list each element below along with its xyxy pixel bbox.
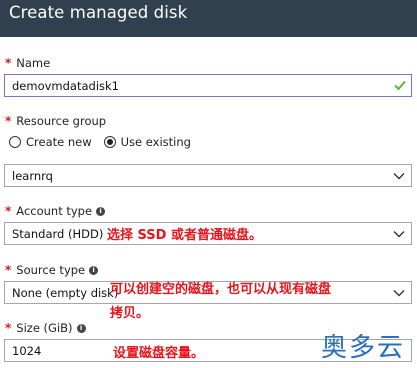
resource-group-select[interactable]: learnrq	[4, 164, 412, 187]
page-title: Create managed disk	[9, 3, 188, 22]
size-label: Size (GiB)	[16, 321, 73, 335]
asterisk-icon: *	[5, 114, 12, 128]
radio-unchecked-icon	[9, 136, 21, 148]
create-new-radio[interactable]: Create new	[9, 135, 92, 149]
use-existing-label: Use existing	[120, 135, 191, 149]
resource-group-label: Resource group	[16, 114, 107, 128]
info-icon[interactable]: i	[76, 323, 86, 333]
asterisk-icon: *	[5, 263, 12, 277]
size-label-row: * Size (GiB) i	[5, 320, 86, 336]
source-type-value: None (empty disk)	[12, 286, 119, 300]
chevron-down-icon	[393, 231, 405, 238]
watermark-logo: 奥多云	[320, 333, 405, 363]
chevron-down-icon	[393, 173, 405, 180]
size-annotation: 设置磁盘容量。	[113, 346, 205, 361]
resource-group-value: learnrq	[12, 169, 53, 183]
asterisk-icon: *	[5, 56, 12, 70]
name-input-value: demovmdatadisk1	[12, 79, 119, 93]
asterisk-icon: *	[5, 321, 12, 335]
check-icon	[394, 80, 406, 91]
info-icon[interactable]: i	[96, 206, 106, 216]
resource-group-label-row: * Resource group	[5, 113, 106, 129]
source-type-annotation-line1: 可以创建空的磁盘，也可以从现有磁盘	[110, 282, 332, 297]
size-value: 1024	[12, 344, 42, 358]
account-type-annotation: 选择 SSD 或者普通磁盘。	[107, 228, 262, 243]
chevron-down-icon	[393, 290, 405, 297]
info-icon[interactable]: i	[89, 265, 99, 275]
asterisk-icon: *	[5, 204, 12, 218]
name-input[interactable]: demovmdatadisk1	[4, 74, 412, 97]
account-type-label: Account type	[16, 204, 93, 218]
use-existing-radio[interactable]: Use existing	[103, 135, 191, 149]
blade-header: Create managed disk	[0, 0, 417, 37]
create-new-label: Create new	[26, 135, 92, 149]
account-type-label-row: * Account type i	[5, 203, 106, 219]
source-type-annotation-line2: 拷贝。	[110, 306, 150, 321]
name-label-row: * Name	[5, 55, 50, 71]
radio-checked-icon	[103, 136, 116, 148]
account-type-value: Standard (HDD)	[12, 227, 104, 241]
source-type-label-row: * Source type i	[5, 262, 99, 278]
source-type-label: Source type	[16, 263, 86, 277]
resource-group-radio-group: Create new Use existing	[9, 134, 203, 150]
name-label: Name	[16, 56, 51, 70]
